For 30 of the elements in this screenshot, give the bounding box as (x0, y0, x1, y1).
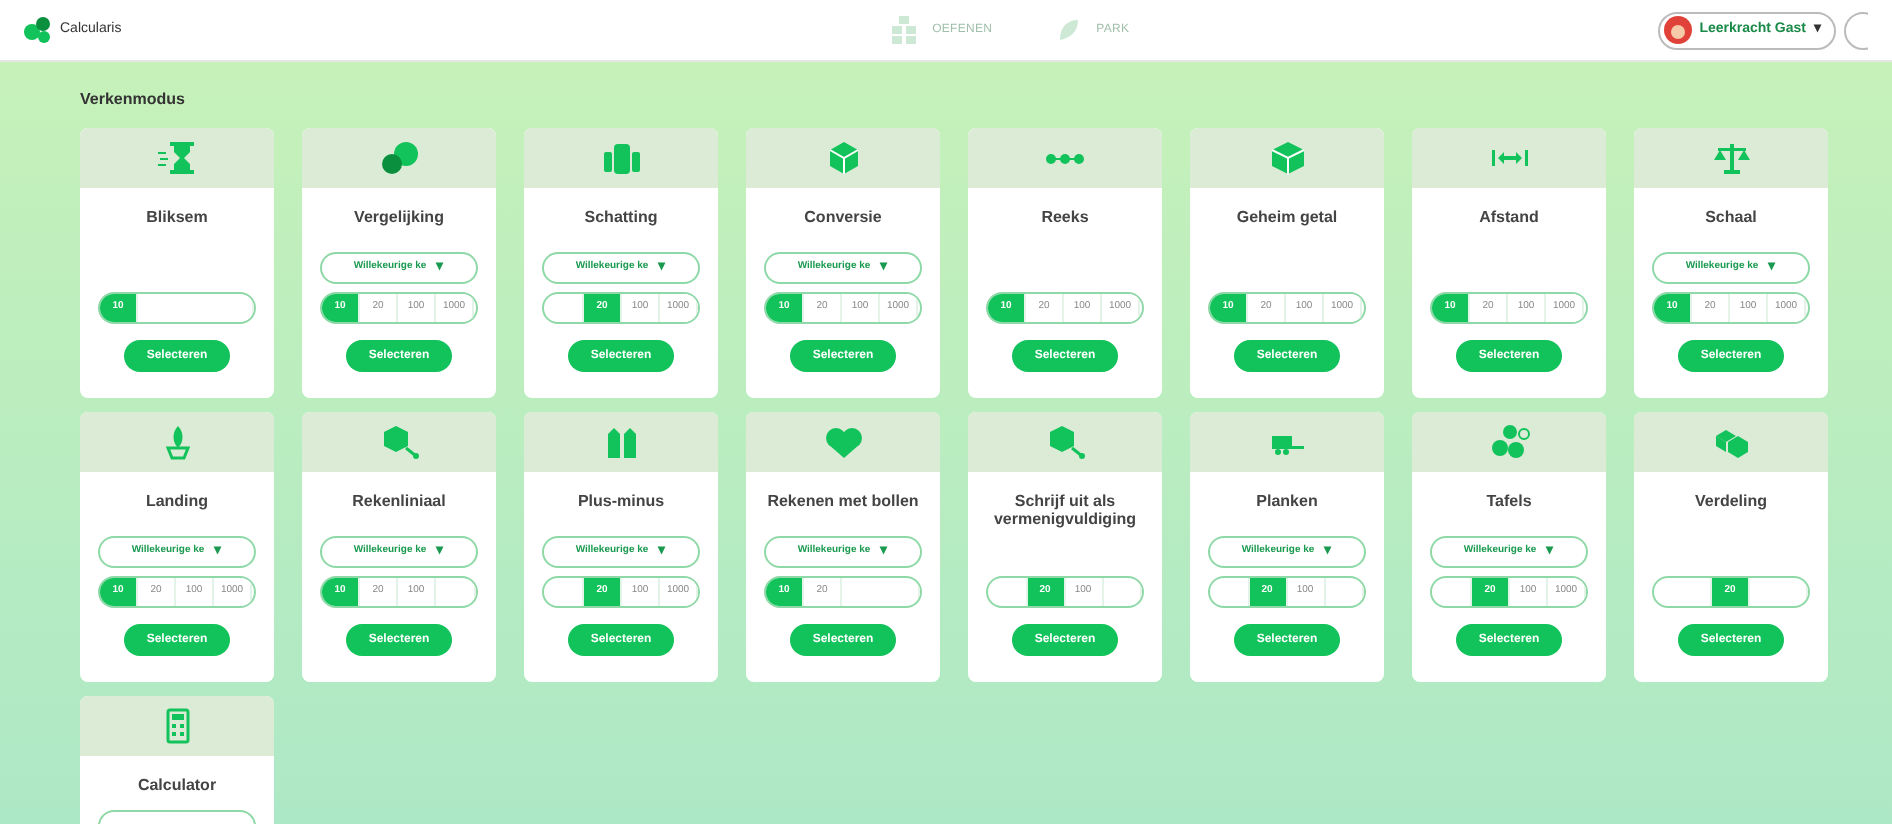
card-title: Afstand (1479, 208, 1539, 230)
card-title: Vergelijking (354, 208, 444, 230)
card-title: Calculator (137, 776, 217, 798)
card-title: Bliksem (146, 208, 208, 230)
card-title: Schaal (1705, 208, 1757, 230)
page-heading: Verkenmodus (80, 88, 187, 112)
coins-icon (1489, 424, 1529, 460)
card-title: Conversie (804, 208, 882, 230)
card-title: Landing (145, 492, 209, 514)
card-title: Tafels (1486, 492, 1532, 514)
hourglass-icon (157, 140, 197, 176)
blocks-icon (1711, 424, 1751, 460)
card-title: Schrijf uit als vermenigvuldiging (991, 492, 1139, 532)
scale-icon (1711, 140, 1751, 176)
logo-icon (24, 16, 52, 44)
card-title: Verdeling (1694, 492, 1767, 514)
circles-icon (379, 140, 419, 176)
chain-icon (1046, 153, 1084, 163)
card-title: Schatting (584, 208, 658, 230)
card-title: Rekenliniaal (352, 492, 446, 514)
card-title: Geheim getal (1236, 208, 1338, 230)
avatar-icon (1663, 16, 1692, 44)
blocks-icon (892, 16, 917, 44)
jars-icon (601, 140, 641, 176)
card-title: Reeks (1041, 208, 1089, 230)
card-title: Plus-minus (577, 492, 665, 514)
leaf-icon (1056, 18, 1081, 42)
card-title: Rekenen met bollen (767, 492, 919, 514)
box-icon (1267, 140, 1307, 176)
card-title: Planken (1256, 492, 1318, 514)
